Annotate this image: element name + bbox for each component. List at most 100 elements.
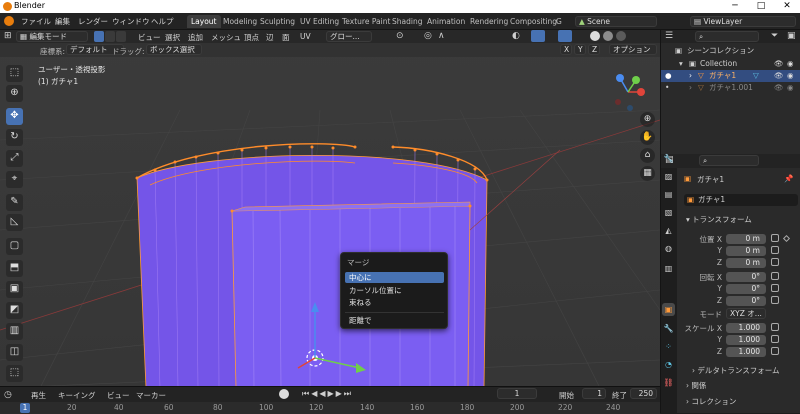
outliner-scene-collection[interactable]: ▣ シーンコレクション	[661, 45, 800, 57]
scene-selector[interactable]: ▲ Scene	[575, 16, 657, 27]
close-button[interactable]: ✕	[774, 0, 800, 13]
menu-vertex[interactable]: 頂点	[244, 32, 259, 43]
menu-edge[interactable]: 辺	[266, 32, 274, 43]
location-x-field[interactable]: 0 m	[726, 234, 766, 244]
snap-icon[interactable]: ⊙	[396, 31, 404, 41]
shading-rendered-icon[interactable]	[616, 31, 626, 41]
add-cube-tool[interactable]: ▢	[6, 238, 23, 255]
rotation-mode-dropdown[interactable]: XYZ オ...	[726, 308, 766, 319]
rotate-tool[interactable]: ↻	[6, 129, 23, 146]
location-z-field[interactable]: 0 m	[726, 258, 766, 268]
maximize-button[interactable]: □	[748, 0, 774, 13]
output-tab-icon[interactable]: ▤	[662, 188, 675, 201]
bevel-tool[interactable]: ◩	[6, 302, 23, 319]
menu-window[interactable]: ウィンドウ	[112, 16, 150, 27]
pan-hand-icon[interactable]: ✋	[640, 130, 655, 145]
face-select-icon[interactable]	[116, 31, 126, 42]
cursor-tool[interactable]: ⊕	[6, 85, 23, 102]
constraints-tab-icon[interactable]: ⛓	[662, 376, 675, 389]
merge-by-distance[interactable]: 距離で	[345, 315, 444, 326]
select-box-tool[interactable]: ⬚	[6, 65, 23, 82]
location-y-field[interactable]: 0 m	[726, 246, 766, 256]
menu-render[interactable]: レンダー	[78, 16, 108, 27]
timeline-menu-marker[interactable]: マーカー	[136, 390, 166, 401]
playhead[interactable]: 1	[20, 403, 30, 413]
eye-icon[interactable]: 👁	[774, 58, 784, 70]
properties-search[interactable]: ⌕	[699, 155, 759, 166]
mirror-x-toggle[interactable]: X	[560, 44, 572, 55]
lock-icon[interactable]	[771, 335, 779, 343]
scale-z-field[interactable]: 1.000	[726, 347, 766, 357]
lock-icon[interactable]	[771, 272, 779, 280]
mirror-z-toggle[interactable]: Z	[588, 44, 600, 55]
transform-tool[interactable]: ⌖	[6, 171, 23, 188]
rotation-y-field[interactable]: 0°	[726, 284, 766, 294]
new-collection-icon[interactable]: ▣	[787, 31, 796, 41]
menu-add[interactable]: 追加	[188, 32, 203, 43]
camera-view-icon[interactable]: ⌂	[640, 148, 655, 163]
extrude-tool[interactable]: ⬒	[6, 260, 23, 277]
timeline-ruler[interactable]: 1 20 40 60 80 100 120 140 160 180 200 22…	[0, 402, 660, 414]
tab-sculpting[interactable]: Sculpting	[256, 15, 299, 28]
overlay-toggle-icon[interactable]	[558, 30, 572, 42]
proportional-edit-icon[interactable]: ◎	[424, 31, 432, 41]
scale-x-field[interactable]: 1.000	[726, 323, 766, 333]
tab-uv-editing[interactable]: UV Editing	[296, 15, 343, 28]
shading-material-icon[interactable]	[603, 31, 613, 41]
inset-tool[interactable]: ▣	[6, 281, 23, 298]
tab-texture-paint[interactable]: Texture Paint	[338, 15, 394, 28]
eye-icon[interactable]: 👁	[774, 70, 784, 82]
playback-controls[interactable]: ⏮◀◀▶▶⏭	[302, 389, 353, 399]
zoom-icon[interactable]: ⊕	[640, 112, 655, 127]
move-tool[interactable]: ✥	[6, 108, 23, 125]
visibility-icon[interactable]: ◐	[512, 31, 520, 41]
tool-tab-icon[interactable]: 🔧	[662, 152, 675, 165]
loop-cut-tool[interactable]: ▥	[6, 323, 23, 340]
render-tab-icon[interactable]: ▨	[662, 170, 675, 183]
merge-at-cursor[interactable]: カーソル位置に	[345, 285, 444, 296]
outliner-row-gacha1[interactable]: ● › ▽ ガチャ1 ▽ 👁 ◉	[661, 70, 800, 82]
minimize-button[interactable]: ─	[722, 0, 748, 13]
poly-build-tool[interactable]: ⬚	[6, 365, 23, 382]
falloff-icon[interactable]: ∧	[438, 31, 445, 41]
lock-icon[interactable]	[771, 347, 779, 355]
physics-tab-icon[interactable]: ◔	[662, 358, 675, 371]
menu-uv[interactable]: UV	[300, 32, 311, 41]
menu-view[interactable]: ビュー	[138, 32, 161, 43]
collections-panel[interactable]: › コレクション	[686, 396, 736, 407]
current-frame-field[interactable]: 1	[497, 388, 537, 399]
outliner-search[interactable]: ⌕	[695, 31, 759, 42]
editor-type-icon[interactable]: ⊞	[4, 31, 12, 41]
view-layer-selector[interactable]: ▤ ViewLayer	[690, 16, 796, 27]
tab-layout[interactable]: Layout	[187, 15, 221, 28]
merge-at-center[interactable]: 中心に	[345, 272, 444, 283]
rotation-z-field[interactable]: 0°	[726, 296, 766, 306]
annotate-tool[interactable]: ✎	[6, 194, 23, 211]
outliner-row-collection[interactable]: ▾ ▣ Collection 👁 ◉	[661, 58, 800, 70]
menu-help[interactable]: ヘルプ	[151, 16, 174, 27]
tab-animation[interactable]: Animation	[423, 15, 469, 28]
shading-solid-icon[interactable]	[590, 31, 600, 41]
transform-orientation[interactable]: グロー...	[326, 31, 372, 42]
rotation-x-field[interactable]: 0°	[726, 272, 766, 282]
blender-menu-icon[interactable]	[4, 16, 14, 26]
camera-icon[interactable]: ◉	[787, 70, 794, 82]
3d-viewport[interactable]	[0, 30, 660, 388]
timeline-menu-playback[interactable]: 再生	[31, 390, 46, 401]
tab-shading[interactable]: Shading	[388, 15, 426, 28]
measure-tool[interactable]: ◺	[6, 214, 23, 231]
gizmo-toggle-icon[interactable]	[531, 30, 545, 42]
merge-collapse[interactable]: 束ねる	[345, 297, 444, 308]
filter-icon[interactable]: ⏷	[771, 31, 778, 41]
menu-mesh[interactable]: メッシュ	[211, 32, 241, 43]
mirror-y-toggle[interactable]: Y	[574, 44, 586, 55]
menu-face[interactable]: 面	[282, 32, 290, 43]
start-frame-field[interactable]: 1	[582, 388, 606, 399]
lock-icon[interactable]	[771, 234, 779, 242]
transform-panel-header[interactable]: ▾ トランスフォーム	[686, 214, 752, 225]
menu-file[interactable]: ファイル	[21, 16, 51, 27]
lock-icon[interactable]	[771, 323, 779, 331]
menu-select[interactable]: 選択	[165, 32, 180, 43]
pin-icon[interactable]: 📌	[784, 174, 793, 183]
scale-tool[interactable]: ⤢	[6, 150, 23, 167]
